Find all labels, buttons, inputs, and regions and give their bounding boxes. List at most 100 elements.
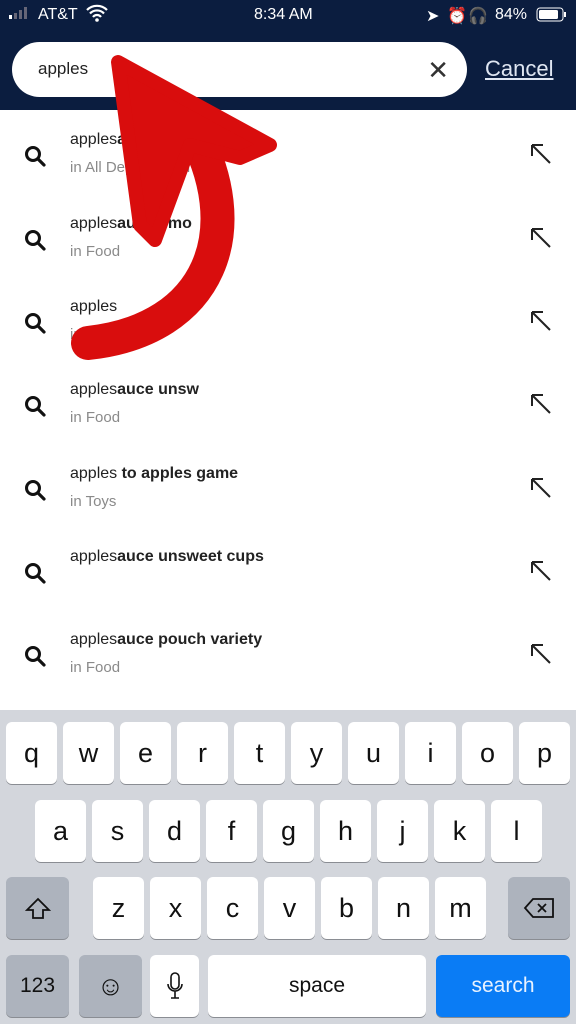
key-p[interactable]: p bbox=[519, 722, 570, 784]
suggestion-department: in Toys bbox=[70, 493, 116, 510]
fill-query-arrow-icon[interactable] bbox=[528, 391, 554, 422]
key-z[interactable]: z bbox=[93, 877, 144, 939]
key-o[interactable]: o bbox=[462, 722, 513, 784]
battery-percent: 84% bbox=[495, 6, 528, 23]
shift-key[interactable] bbox=[6, 877, 69, 939]
search-icon bbox=[24, 312, 46, 339]
fill-query-arrow-icon[interactable] bbox=[528, 141, 554, 172]
key-u[interactable]: u bbox=[348, 722, 399, 784]
cancel-button[interactable]: Cancel bbox=[485, 56, 553, 82]
fill-query-arrow-icon[interactable] bbox=[528, 558, 554, 589]
key-t[interactable]: t bbox=[234, 722, 285, 784]
signal-icon bbox=[8, 6, 36, 25]
carrier: AT&T bbox=[38, 6, 78, 23]
dictation-key[interactable] bbox=[150, 955, 199, 1017]
status-bar: AT&T 8:34 AM ➤ ⏰ 🎧 84% bbox=[0, 4, 576, 28]
suggestion-prefix: apples bbox=[70, 465, 118, 482]
suggestion-completion: auce unsweet cups bbox=[117, 548, 264, 565]
wifi-icon bbox=[86, 4, 108, 27]
search-icon bbox=[24, 562, 46, 589]
key-y[interactable]: y bbox=[291, 722, 342, 784]
suggestion-dept: in Food bbox=[70, 243, 121, 260]
suggestion-prefix: apples bbox=[70, 631, 118, 648]
key-f[interactable]: f bbox=[206, 800, 257, 862]
suggestion-title: apples to apples game bbox=[70, 465, 238, 483]
numbers-key[interactable]: 123 bbox=[6, 955, 69, 1017]
search-query: apples bbox=[38, 59, 89, 78]
suggestion-department: in Food bbox=[70, 659, 120, 676]
suggestion-prefix: apples bbox=[70, 381, 118, 398]
search-key[interactable]: search bbox=[436, 955, 570, 1017]
suggestion-item[interactable]: applesauce - mo in Food bbox=[0, 209, 576, 292]
clock: 8:34 AM bbox=[254, 6, 313, 23]
key-g[interactable]: g bbox=[263, 800, 314, 862]
headphones-icon: 🎧 bbox=[468, 8, 488, 25]
key-a[interactable]: a bbox=[35, 800, 86, 862]
key-k[interactable]: k bbox=[434, 800, 485, 862]
backspace-icon bbox=[523, 898, 554, 918]
key-l[interactable]: l bbox=[491, 800, 542, 862]
search-icon bbox=[24, 479, 46, 506]
suggestion-dept: in bbox=[70, 326, 82, 343]
key-n[interactable]: n bbox=[378, 877, 429, 939]
key-s[interactable]: s bbox=[92, 800, 143, 862]
suggestion-prefix: apples bbox=[70, 298, 118, 315]
key-j[interactable]: j bbox=[377, 800, 428, 862]
space-key[interactable]: space bbox=[208, 955, 426, 1017]
key-d[interactable]: d bbox=[149, 800, 200, 862]
key-e[interactable]: e bbox=[120, 722, 171, 784]
suggestion-dept-tail: en bbox=[173, 159, 191, 176]
suggestion-item[interactable]: applesauce unsweet cups bbox=[0, 542, 576, 625]
fill-query-arrow-icon[interactable] bbox=[528, 308, 554, 339]
suggestion-department: in bbox=[70, 326, 82, 343]
suggestion-department: in All Dep en bbox=[70, 159, 190, 176]
location-icon: ➤ bbox=[426, 8, 440, 25]
suggestion-tail: ts bbox=[207, 131, 223, 148]
microphone-icon bbox=[166, 972, 183, 999]
suggestion-item[interactable]: apples in bbox=[0, 292, 576, 375]
keyboard: q w e r t y u i o p a s d f g h j k l z x c v b n m 123 ☺ space searc… bbox=[0, 710, 576, 1024]
search-input[interactable]: apples ✕ bbox=[12, 42, 467, 97]
suggestion-completion: auce - mo bbox=[117, 215, 192, 232]
suggestion-completion: au bbox=[117, 131, 136, 148]
key-m[interactable]: m bbox=[435, 877, 486, 939]
suggestion-completion: auce unsw bbox=[117, 381, 199, 398]
suggestion-prefix: apples bbox=[70, 215, 118, 232]
header: AT&T 8:34 AM ➤ ⏰ 🎧 84% apples ✕ Cancel bbox=[0, 0, 576, 110]
suggestion-completion: to apples game bbox=[117, 465, 239, 482]
clear-icon[interactable]: ✕ bbox=[427, 55, 449, 86]
suggestion-dept: in Food bbox=[70, 409, 121, 426]
suggestion-dept: in Toys bbox=[70, 493, 117, 510]
key-b[interactable]: b bbox=[321, 877, 372, 939]
key-w[interactable]: w bbox=[63, 722, 114, 784]
battery-icon bbox=[536, 7, 568, 28]
key-i[interactable]: i bbox=[405, 722, 456, 784]
suggestion-item[interactable]: applesauce unsw in Food bbox=[0, 375, 576, 458]
key-c[interactable]: c bbox=[207, 877, 258, 939]
suggestion-item[interactable]: apples to apples game in Toys bbox=[0, 459, 576, 542]
key-h[interactable]: h bbox=[320, 800, 371, 862]
fill-query-arrow-icon[interactable] bbox=[528, 641, 554, 672]
search-icon bbox=[24, 145, 46, 172]
backspace-key[interactable] bbox=[508, 877, 570, 939]
fill-query-arrow-icon[interactable] bbox=[528, 475, 554, 506]
suggestion-item[interactable]: applesauce pouch variety in Food bbox=[0, 625, 576, 708]
key-x[interactable]: x bbox=[150, 877, 201, 939]
suggestion-prefix: apples bbox=[70, 131, 118, 148]
suggestion-completion: auce pouch variety bbox=[117, 631, 263, 648]
search-icon bbox=[24, 395, 46, 422]
emoji-key[interactable]: ☺ bbox=[79, 955, 142, 1017]
key-v[interactable]: v bbox=[264, 877, 315, 939]
alarm-icon: ⏰ bbox=[447, 8, 467, 25]
fill-query-arrow-icon[interactable] bbox=[528, 225, 554, 256]
suggestion-title: applesauce unsw bbox=[70, 381, 199, 399]
suggestion-department: in Food bbox=[70, 243, 120, 260]
key-r[interactable]: r bbox=[177, 722, 228, 784]
search-icon bbox=[24, 229, 46, 256]
suggestion-title: applesauce - mo bbox=[70, 215, 192, 233]
suggestion-dept: in All Dep bbox=[70, 159, 134, 176]
search-icon bbox=[24, 645, 46, 672]
suggestion-item[interactable]: applesau ts in All Dep en bbox=[0, 125, 576, 208]
key-q[interactable]: q bbox=[6, 722, 57, 784]
suggestion-title: applesau ts bbox=[70, 131, 222, 149]
